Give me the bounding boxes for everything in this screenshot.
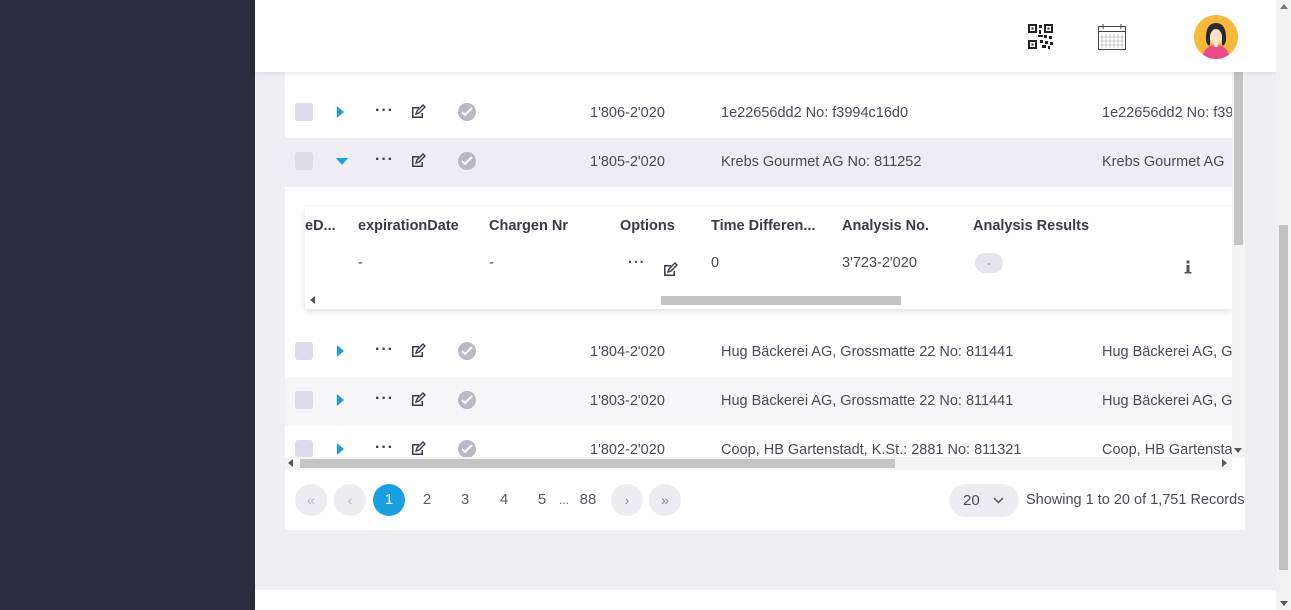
- nested-expiration-value: -: [358, 255, 363, 271]
- nested-col-header-analysis-no[interactable]: Analysis No.: [842, 207, 929, 243]
- row-customer: 1e22656dd2 No: f3994c16d0: [721, 105, 909, 121]
- nested-col-header-time-diff[interactable]: Time Differen...: [711, 207, 815, 243]
- nested-analysis-no-value: 3'723-2'020: [842, 255, 917, 271]
- chevron-down-icon: [993, 497, 1004, 504]
- nested-chargen-value: -: [489, 255, 494, 271]
- page-button-2[interactable]: 2: [411, 484, 443, 516]
- nested-col-header-expiration[interactable]: expirationDate: [358, 207, 459, 243]
- row-customer-secondary: Hug Bäckerei AG, G: [1102, 393, 1232, 409]
- row-checkbox[interactable]: [295, 342, 313, 360]
- edit-icon[interactable]: [410, 104, 426, 120]
- more-options-icon[interactable]: ···: [375, 101, 394, 121]
- nested-col-header-options[interactable]: Options: [620, 207, 675, 243]
- scroll-left-arrow-icon[interactable]: [288, 459, 293, 467]
- more-options-icon[interactable]: ···: [375, 438, 394, 458]
- row-id: 1'805-2'020: [590, 154, 665, 170]
- page-button-3[interactable]: 3: [449, 484, 481, 516]
- more-options-icon[interactable]: ···: [375, 340, 394, 360]
- scroll-right-arrow-icon[interactable]: [1222, 459, 1227, 467]
- table-row-expanded[interactable]: ··· 1'805-2'020 Krebs Gourmet AG No: 811…: [285, 138, 1232, 187]
- page-button-1[interactable]: 1: [373, 484, 405, 516]
- status-check-icon: [458, 440, 476, 458]
- expand-caret-icon[interactable]: [337, 443, 344, 455]
- info-icon[interactable]: [1184, 260, 1192, 274]
- page-size-select[interactable]: 20: [949, 484, 1019, 517]
- table-vscroll-thumb[interactable]: [1234, 70, 1243, 245]
- status-check-icon: [458, 152, 476, 170]
- row-checkbox[interactable]: [295, 103, 313, 121]
- row-id: 1'804-2'020: [590, 344, 665, 360]
- nested-col-header[interactable]: eD...: [305, 207, 336, 243]
- row-customer: Krebs Gourmet AG No: 811252: [721, 154, 922, 170]
- nested-horizontal-scrollbar[interactable]: [305, 293, 1232, 307]
- edit-icon[interactable]: [410, 153, 426, 169]
- avatar-figure-icon: [1194, 15, 1238, 59]
- table-row[interactable]: ··· 1'806-2'020 1e22656dd2 No: f3994c16d…: [285, 89, 1232, 138]
- nested-col-header-analysis-results[interactable]: Analysis Results: [973, 207, 1089, 243]
- row-customer-secondary: Coop, HB Gartensta: [1102, 442, 1232, 458]
- row-checkbox[interactable]: [295, 391, 313, 409]
- nested-more-options-icon[interactable]: ···: [628, 251, 646, 275]
- row-checkbox[interactable]: [295, 152, 313, 170]
- row-id: 1'803-2'020: [590, 393, 665, 409]
- last-page-button[interactable]: »: [649, 484, 681, 516]
- nested-detail-table: eD... expirationDate Chargen Nr Options …: [305, 207, 1232, 309]
- row-customer: Hug Bäckerei AG, Grossmatte 22 No: 81144…: [721, 344, 1014, 360]
- footer: [255, 590, 1276, 610]
- page-button-last[interactable]: 88: [572, 484, 604, 516]
- row-customer: Coop, HB Gartenstadt, K.St.: 2881 No: 81…: [721, 442, 1022, 458]
- user-avatar[interactable]: [1194, 15, 1238, 59]
- prev-page-button[interactable]: ‹: [334, 484, 366, 516]
- nested-edit-icon[interactable]: [662, 262, 678, 278]
- more-options-icon[interactable]: ···: [375, 150, 394, 170]
- table-horizontal-scrollbar[interactable]: [285, 457, 1232, 470]
- sidebar: [0, 0, 255, 610]
- page-size-value: 20: [963, 492, 980, 509]
- scroll-down-arrow-icon[interactable]: [1280, 601, 1288, 606]
- more-options-icon[interactable]: ···: [375, 389, 394, 409]
- table-row[interactable]: ··· 1'803-2'020 Hug Bäckerei AG, Grossma…: [285, 377, 1232, 426]
- table-vertical-scrollbar[interactable]: [1232, 40, 1245, 458]
- row-customer-secondary: 1e22656dd2 No: f39: [1102, 105, 1232, 121]
- next-page-button[interactable]: ›: [611, 484, 643, 516]
- nested-col-header-chargen[interactable]: Chargen Nr: [489, 207, 568, 243]
- page-button-4[interactable]: 4: [488, 484, 520, 516]
- status-check-icon: [458, 391, 476, 409]
- nested-analysis-result-cell: -: [975, 251, 1003, 275]
- row-customer: Hug Bäckerei AG, Grossmatte 22 No: 81144…: [721, 393, 1014, 409]
- row-id: 1'802-2'020: [590, 442, 665, 458]
- scroll-down-arrow-icon[interactable]: [1234, 448, 1242, 453]
- expand-caret-icon[interactable]: [337, 106, 344, 118]
- table-hscroll-thumb[interactable]: [300, 459, 895, 468]
- first-page-button[interactable]: «: [295, 484, 327, 516]
- collapse-caret-icon[interactable]: [336, 158, 348, 165]
- edit-icon[interactable]: [410, 441, 426, 457]
- status-check-icon: [458, 103, 476, 121]
- scroll-left-arrow-icon[interactable]: [310, 296, 315, 304]
- edit-icon[interactable]: [410, 343, 426, 359]
- row-customer-secondary: Krebs Gourmet AG: [1102, 154, 1225, 170]
- expand-caret-icon[interactable]: [337, 394, 344, 406]
- page-vscroll-thumb[interactable]: [1279, 225, 1288, 570]
- qr-code-icon[interactable]: [1028, 24, 1053, 49]
- table-row[interactable]: ··· 1'802-2'020 Coop, HB Gartenstadt, K.…: [285, 426, 1232, 458]
- table-row[interactable]: ··· 1'804-2'020 Hug Bäckerei AG, Grossma…: [285, 328, 1232, 377]
- row-checkbox[interactable]: [295, 440, 313, 458]
- records-summary: Showing 1 to 20 of 1,751 Records: [1026, 492, 1245, 508]
- nested-scroll-thumb[interactable]: [661, 296, 901, 305]
- scroll-up-arrow-icon[interactable]: [1280, 4, 1288, 9]
- status-check-icon: [458, 342, 476, 360]
- edit-icon[interactable]: [410, 392, 426, 408]
- row-customer-secondary: Hug Bäckerei AG, G: [1102, 344, 1232, 360]
- expand-caret-icon[interactable]: [337, 345, 344, 357]
- analysis-result-badge: -: [975, 253, 1003, 273]
- row-id: 1'806-2'020: [590, 105, 665, 121]
- calendar-icon[interactable]: [1098, 24, 1126, 50]
- nested-time-diff-value: 0: [711, 255, 720, 271]
- page-vertical-scrollbar[interactable]: [1276, 0, 1291, 610]
